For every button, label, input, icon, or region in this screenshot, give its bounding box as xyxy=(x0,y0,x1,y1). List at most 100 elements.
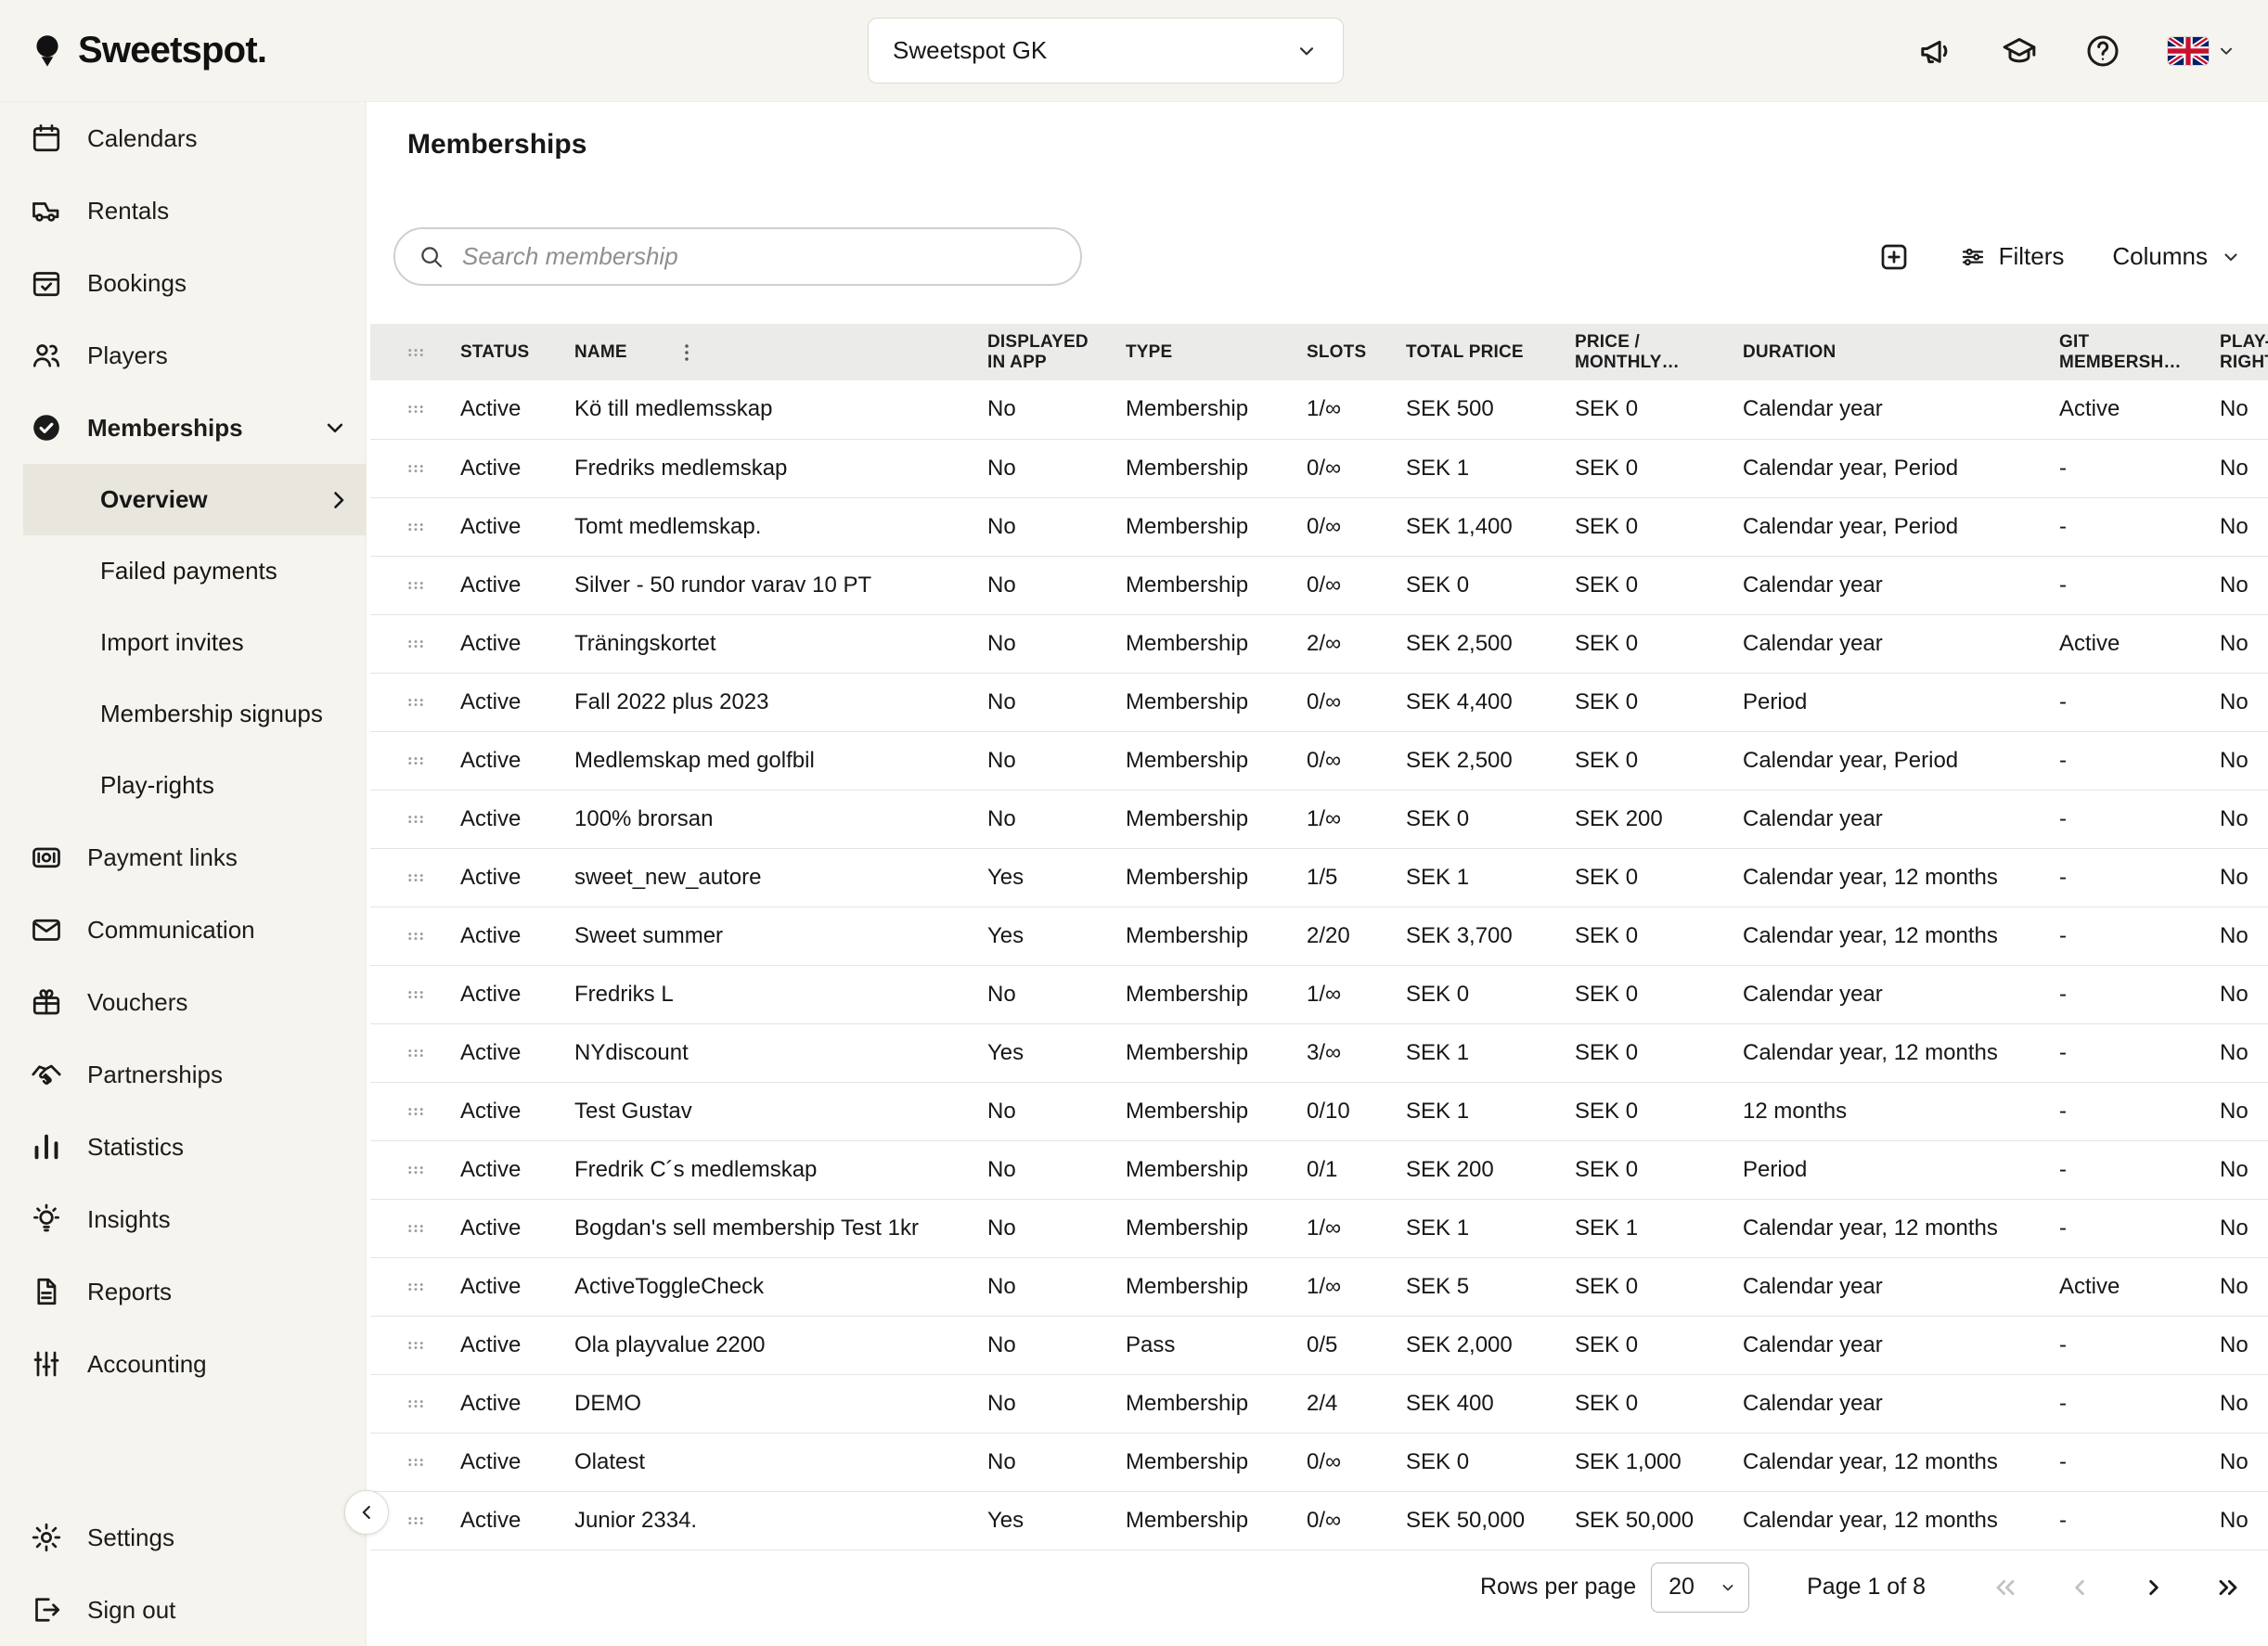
club-selector[interactable]: Sweetspot GK xyxy=(868,18,1344,84)
sidebar-item-settings[interactable]: Settings xyxy=(0,1501,366,1574)
previous-page-button[interactable] xyxy=(2065,1573,2094,1602)
table-row[interactable]: ActiveFredrik C´s medlemskapNoMembership… xyxy=(370,1140,2268,1199)
sidebar-item-statistics[interactable]: Statistics xyxy=(0,1111,366,1183)
sidebar-item-payment-links[interactable]: Payment links xyxy=(0,821,366,894)
drag-handle[interactable] xyxy=(370,439,460,497)
sidebar-subitem-overview[interactable]: Overview xyxy=(23,464,366,535)
drag-handle[interactable] xyxy=(370,731,460,790)
table-row[interactable]: ActiveTest GustavNoMembership0/10SEK 1SE… xyxy=(370,1082,2268,1140)
table-row[interactable]: ActiveSilver - 50 rundor varav 10 PTNoMe… xyxy=(370,556,2268,614)
drag-handle[interactable] xyxy=(370,1023,460,1082)
last-page-button[interactable] xyxy=(2213,1573,2243,1602)
cell-type: Membership xyxy=(1126,1199,1307,1257)
table-row[interactable]: ActiveMedlemskap med golfbilNoMembership… xyxy=(370,731,2268,790)
brand-logo[interactable]: Sweetspot. xyxy=(0,30,266,71)
table-row[interactable]: ActiveOlatestNoMembership0/∞SEK 0SEK 1,0… xyxy=(370,1433,2268,1491)
sidebar-subitem-failed-payments[interactable]: Failed payments xyxy=(0,535,366,607)
drag-handle[interactable] xyxy=(370,497,460,556)
sign-out-icon xyxy=(30,1593,63,1627)
sidebar-item-partnerships[interactable]: Partnerships xyxy=(0,1038,366,1111)
table-row[interactable]: ActiveKö till medlemsskapNoMembership1/∞… xyxy=(370,380,2268,439)
drag-handle[interactable] xyxy=(370,1257,460,1316)
cell-total-price: SEK 1 xyxy=(1406,1199,1575,1257)
add-button[interactable] xyxy=(1877,240,1911,274)
first-page-button[interactable] xyxy=(1991,1573,2020,1602)
table-row[interactable]: ActiveTomt medlemskap.NoMembership0/∞SEK… xyxy=(370,497,2268,556)
sidebar-item-players[interactable]: Players xyxy=(0,319,366,392)
sidebar-subitem-import-invites[interactable]: Import invites xyxy=(0,607,366,678)
cell-name: Olatest xyxy=(574,1433,987,1491)
table-row[interactable]: ActiveDEMONoMembership2/4SEK 400SEK 0Cal… xyxy=(370,1374,2268,1433)
table-row[interactable]: ActiveBogdan's sell membership Test 1krN… xyxy=(370,1199,2268,1257)
sidebar-item-insights[interactable]: Insights xyxy=(0,1183,366,1255)
column-menu-icon[interactable] xyxy=(674,340,700,366)
cell-status: Active xyxy=(460,1374,574,1433)
table-row[interactable]: ActiveFredriks LNoMembership1/∞SEK 0SEK … xyxy=(370,965,2268,1023)
columns-button[interactable]: Columns xyxy=(2112,242,2242,271)
drag-handle[interactable] xyxy=(370,380,460,439)
sidebar-item-vouchers[interactable]: Vouchers xyxy=(0,966,366,1038)
sidebar-item-communication[interactable]: Communication xyxy=(0,894,366,966)
sidebar-subitem-play-rights[interactable]: Play-rights xyxy=(0,750,366,821)
table-row[interactable]: ActiveFall 2022 plus 2023NoMembership0/∞… xyxy=(370,673,2268,731)
subitem-label: Membership signups xyxy=(100,700,323,728)
cell-name: Fredriks L xyxy=(574,965,987,1023)
cell-status: Active xyxy=(460,731,574,790)
sidebar-item-bookings[interactable]: Bookings xyxy=(0,247,366,319)
drag-handle[interactable] xyxy=(370,965,460,1023)
cell-price-monthly: SEK 0 xyxy=(1575,614,1743,673)
language-selector[interactable] xyxy=(2168,37,2236,65)
drag-handle[interactable] xyxy=(370,848,460,907)
cell-slots: 0/∞ xyxy=(1307,439,1406,497)
sidebar-item-rentals[interactable]: Rentals xyxy=(0,174,366,247)
sidebar-item-calendars[interactable]: Calendars xyxy=(0,102,366,174)
sidebar-item-label: Bookings xyxy=(87,269,187,298)
search-input[interactable] xyxy=(460,241,1058,272)
sidebar-item-reports[interactable]: Reports xyxy=(0,1255,366,1328)
next-page-button[interactable] xyxy=(2139,1573,2169,1602)
drag-handle[interactable] xyxy=(370,1374,460,1433)
table-row[interactable]: Active100% brorsanNoMembership1/∞SEK 0SE… xyxy=(370,790,2268,848)
drag-handle[interactable] xyxy=(370,1316,460,1374)
cell-status: Active xyxy=(460,1433,574,1491)
cell-duration: Calendar year xyxy=(1743,1257,2059,1316)
cell-type: Membership xyxy=(1126,1082,1307,1140)
table-row[interactable]: ActiveSweet summerYesMembership2/20SEK 3… xyxy=(370,907,2268,965)
drag-handle[interactable] xyxy=(370,614,460,673)
drag-handle[interactable] xyxy=(370,907,460,965)
sidebar-item-sign-out[interactable]: Sign out xyxy=(0,1574,366,1646)
drag-handle[interactable] xyxy=(370,673,460,731)
rows-per-page-select[interactable]: 20 xyxy=(1651,1562,1749,1613)
sidebar-item-label: Sign out xyxy=(87,1596,175,1625)
cell-total-price: SEK 4,400 xyxy=(1406,673,1575,731)
cell-name: Ola playvalue 2200 xyxy=(574,1316,987,1374)
sidebar-item-accounting[interactable]: Accounting xyxy=(0,1328,366,1400)
chevron-down-icon xyxy=(2220,246,2242,268)
table-row[interactable]: ActiveActiveToggleCheckNoMembership1/∞SE… xyxy=(370,1257,2268,1316)
table-row[interactable]: ActiveJunior 2334.YesMembership0/∞SEK 50… xyxy=(370,1491,2268,1550)
table-row[interactable]: ActiveNYdiscountYesMembership3/∞SEK 1SEK… xyxy=(370,1023,2268,1082)
sidebar-item-memberships[interactable]: Memberships xyxy=(0,392,366,464)
payment-links-icon xyxy=(30,841,63,874)
table-row[interactable]: ActiveTräningskortetNoMembership2/∞SEK 2… xyxy=(370,614,2268,673)
drag-handle[interactable] xyxy=(370,1199,460,1257)
search-box[interactable] xyxy=(393,227,1082,286)
drag-handle[interactable] xyxy=(370,1140,460,1199)
table-row[interactable]: ActiveFredriks medlemskapNoMembership0/∞… xyxy=(370,439,2268,497)
drag-handle[interactable] xyxy=(370,1082,460,1140)
help-icon[interactable] xyxy=(2084,32,2121,70)
table-row[interactable]: Activesweet_new_autoreYesMembership1/5SE… xyxy=(370,848,2268,907)
sidebar-subitem-membership-signups[interactable]: Membership signups xyxy=(0,678,366,750)
filters-button[interactable]: Filters xyxy=(1959,242,2065,271)
drag-handle[interactable] xyxy=(370,556,460,614)
cell-slots: 1/∞ xyxy=(1307,790,1406,848)
sidebar-collapse-button[interactable] xyxy=(344,1490,389,1535)
academy-icon[interactable] xyxy=(2001,32,2038,70)
drag-handle[interactable] xyxy=(370,1433,460,1491)
announcements-icon[interactable] xyxy=(1917,32,1954,70)
cell-price-monthly: SEK 0 xyxy=(1575,556,1743,614)
sidebar-nav: CalendarsRentalsBookingsPlayersMembershi… xyxy=(0,102,366,1501)
drag-handle[interactable] xyxy=(370,790,460,848)
cell-play-right: No xyxy=(2220,1140,2268,1199)
table-row[interactable]: ActiveOla playvalue 2200NoPass0/5SEK 2,0… xyxy=(370,1316,2268,1374)
